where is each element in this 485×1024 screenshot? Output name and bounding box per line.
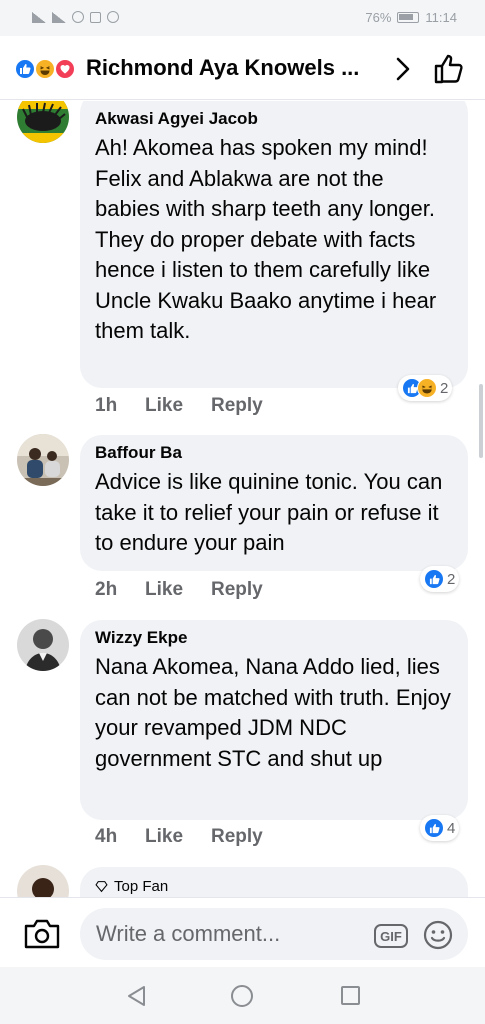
avatar[interactable]	[17, 865, 69, 897]
like-icon	[14, 58, 36, 80]
battery-icon	[397, 12, 420, 23]
battery-percent: 76%	[365, 10, 392, 25]
comment-actions: 4h Like Reply	[95, 826, 263, 848]
comment-text: Nana Akomea, Nana Addo lied, lies can no…	[95, 654, 451, 771]
reply-button[interactable]: Reply	[211, 826, 263, 848]
like-icon	[424, 569, 444, 589]
like-button[interactable]: Like	[145, 395, 211, 417]
comment-author[interactable]: Wizzy Ekpe	[95, 628, 454, 648]
chevron-right-icon[interactable]	[388, 54, 418, 84]
comments-feed[interactable]: Akwasi Agyei Jacob Ah! Akomea has spoken…	[0, 101, 485, 897]
top-fan-badge: Top Fan	[95, 878, 454, 895]
avatar[interactable]	[17, 619, 69, 671]
comment-reactions[interactable]: 4	[420, 815, 460, 841]
like-icon	[424, 818, 444, 838]
comment-author[interactable]: Baffour Ba	[95, 443, 454, 463]
signal-icon-2	[52, 11, 66, 23]
comment-time: 1h	[95, 395, 118, 416]
whatsapp-icon	[107, 11, 119, 23]
comment-composer: GIF	[0, 897, 485, 967]
comment-bubble[interactable]: Akwasi Agyei Jacob Ah! Akomea has spoken…	[80, 101, 468, 388]
emoji-icon[interactable]	[422, 919, 454, 951]
comment-bubble[interactable]: Baffour Ba Advice is like quinine tonic.…	[80, 435, 468, 571]
avatar[interactable]	[17, 101, 69, 143]
signal-icon	[32, 11, 46, 23]
reaction-count: 2	[440, 379, 449, 397]
reaction-count: 4	[447, 819, 456, 837]
like-button[interactable]: Like	[145, 579, 211, 601]
reply-button[interactable]: Reply	[211, 395, 263, 417]
status-icons-left	[32, 11, 119, 23]
comment-author[interactable]: Akwasi Agyei Jacob	[95, 109, 454, 129]
data-saver-icon	[72, 11, 84, 23]
status-bar: 76% 11:14	[0, 0, 485, 36]
back-icon[interactable]	[126, 985, 146, 1007]
system-nav-bar	[0, 967, 485, 1024]
recent-apps-icon[interactable]	[341, 986, 360, 1005]
comment-actions: 2h Like Reply	[95, 579, 263, 601]
love-icon	[54, 58, 76, 80]
badge-label: Top Fan	[114, 878, 169, 895]
reaction-count: 2	[447, 570, 456, 588]
gif-button[interactable]: GIF	[374, 924, 408, 948]
comment-bubble[interactable]: Wizzy Ekpe Nana Akomea, Nana Addo lied, …	[80, 620, 468, 820]
avatar[interactable]	[17, 434, 69, 486]
post-title[interactable]: Richmond Aya Knowels ...	[86, 55, 386, 81]
haha-icon	[417, 378, 437, 398]
comment-reactions[interactable]: 2	[420, 566, 460, 592]
camera-icon[interactable]	[23, 918, 61, 950]
clock: 11:14	[425, 10, 457, 25]
like-outline-icon[interactable]	[432, 52, 466, 86]
status-icons-right: 76% 11:14	[365, 10, 457, 25]
comment-text: Ah! Akomea has spoken my mind! Felix and…	[95, 135, 437, 343]
comment-input[interactable]	[80, 908, 468, 960]
comment-time: 4h	[95, 826, 118, 847]
reply-button[interactable]: Reply	[211, 579, 263, 601]
post-reactions[interactable]	[14, 58, 80, 80]
diamond-icon	[95, 881, 108, 893]
post-header: Richmond Aya Knowels ...	[0, 36, 485, 100]
comment-text: Advice is like quinine tonic. You can ta…	[95, 469, 443, 555]
comment-reactions[interactable]: 2	[398, 375, 453, 401]
haha-icon	[34, 58, 56, 80]
comment-actions: 1h Like Reply	[95, 395, 263, 417]
home-icon[interactable]	[231, 985, 253, 1007]
comment-bubble[interactable]: Top Fan	[80, 867, 468, 897]
like-button[interactable]: Like	[145, 826, 211, 848]
scrollbar[interactable]	[479, 384, 483, 458]
comment-time: 2h	[95, 579, 118, 600]
notification-icon	[90, 11, 101, 23]
